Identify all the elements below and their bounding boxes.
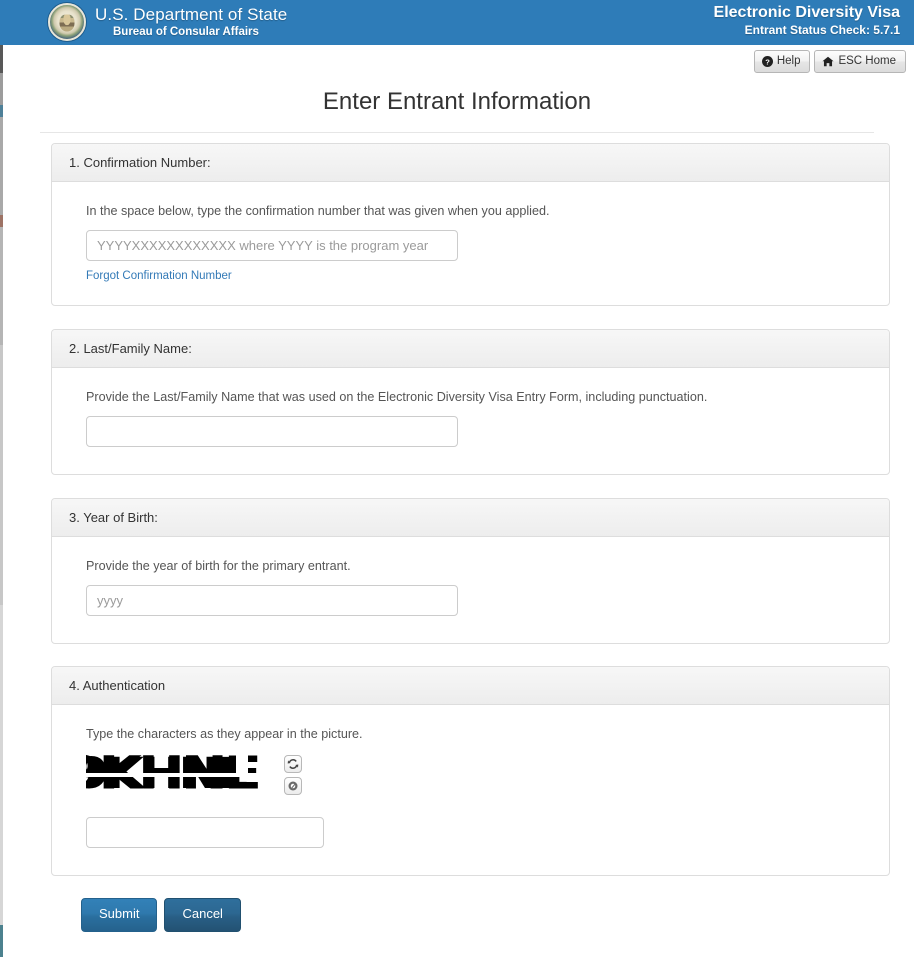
panel-year-of-birth: 3. Year of Birth: Provide the year of bi… (51, 498, 890, 644)
captcha-controls (284, 753, 302, 795)
app-title-block: Electronic Diversity Visa Entrant Status… (714, 4, 900, 38)
captcha-answer-input[interactable] (86, 817, 324, 848)
panel-heading: 4. Authentication (52, 667, 889, 705)
panel-heading: 3. Year of Birth: (52, 499, 889, 537)
panel-confirmation-number: 1. Confirmation Number: In the space bel… (51, 143, 890, 306)
app-version: Entrant Status Check: 5.7.1 (744, 23, 900, 38)
captcha-distortion-patch (236, 753, 248, 775)
captcha-distortion-base (86, 797, 276, 803)
panel-body: Provide the Last/Family Name that was us… (52, 368, 889, 469)
panel-body: In the space below, type the confirmatio… (52, 182, 889, 306)
esc-home-button[interactable]: ESC Home (814, 50, 906, 74)
refresh-icon[interactable] (284, 755, 302, 773)
panel-heading: 1. Confirmation Number: (52, 144, 889, 182)
department-name: U.S. Department of State (95, 5, 288, 25)
dos-seal-icon (48, 3, 86, 41)
confirmation-number-input[interactable] (86, 230, 458, 261)
title-divider (40, 132, 874, 133)
panel-authentication: 4. Authentication Type the characters as… (51, 666, 890, 876)
instruction-text: Provide the Last/Family Name that was us… (86, 390, 708, 404)
browser-window-left-edge (0, 45, 3, 957)
app-name: Electronic Diversity Visa (713, 4, 900, 21)
forgot-confirmation-number-link[interactable]: Forgot Confirmation Number (86, 270, 232, 282)
help-button-label: Help (776, 55, 801, 67)
last-family-name-input[interactable] (86, 416, 458, 447)
panel-last-family-name: 2. Last/Family Name: Provide the Last/Fa… (51, 329, 890, 475)
brand-text: U.S. Department of State Bureau of Consu… (95, 6, 287, 38)
site-header: U.S. Department of State Bureau of Consu… (0, 0, 914, 45)
svg-text:?: ? (765, 57, 770, 66)
page-title: Enter Entrant Information (322, 88, 592, 115)
speaker-icon[interactable] (284, 777, 302, 795)
esc-home-button-label: ESC Home (838, 55, 896, 67)
brand: U.S. Department of State Bureau of Consu… (48, 3, 287, 41)
submit-button[interactable]: Submit (81, 898, 158, 932)
form-actions: Submit Cancel (81, 898, 241, 932)
instruction-text: Type the characters as they appear in th… (86, 727, 363, 741)
instruction-text: Provide the year of birth for the primar… (86, 559, 351, 573)
captcha-image: 9KHNE 9KHNE (86, 753, 276, 803)
instruction-text: In the space below, type the confirmatio… (86, 204, 550, 218)
home-icon (822, 56, 835, 67)
panel-heading: 2. Last/Family Name: (52, 330, 889, 368)
bureau-name: Bureau of Consular Affairs (113, 25, 259, 38)
help-button[interactable]: ? Help (753, 50, 811, 74)
cancel-button[interactable]: Cancel (164, 898, 241, 932)
question-circle-icon: ? (761, 55, 773, 67)
panel-body: Type the characters as they appear in th… (52, 705, 889, 870)
panel-body: Provide the year of birth for the primar… (52, 537, 889, 638)
captcha-row: 9KHNE 9KHNE (86, 753, 889, 803)
year-of-birth-input[interactable] (86, 585, 458, 616)
utility-button-bar: ? Help ESC Home (753, 50, 906, 74)
